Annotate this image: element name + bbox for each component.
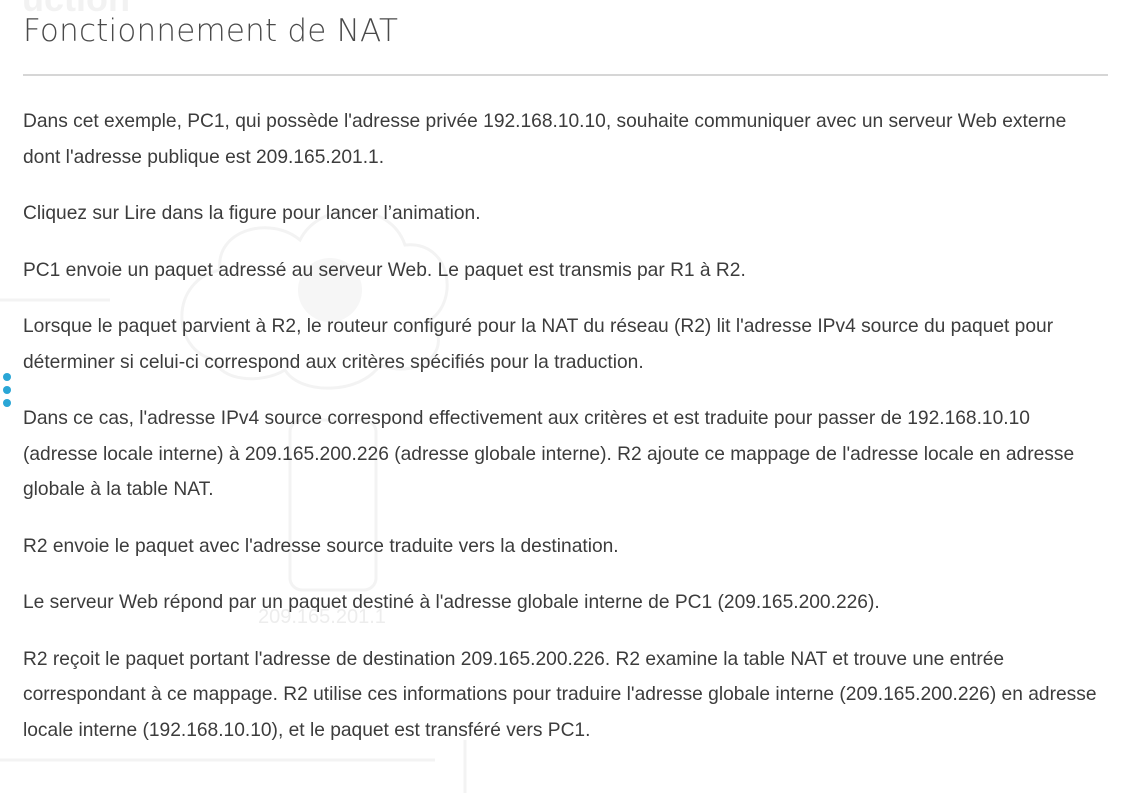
paragraph-step-5: Le serveur Web répond par un paquet dest…	[23, 592, 880, 613]
paragraph-step-1: PC1 envoie un paquet adressé au serveur …	[23, 259, 746, 281]
page-title: Fonctionnement de NAT	[23, 13, 399, 49]
paragraph-instruction: Cliquez sur Lire dans la figure pour lan…	[23, 203, 481, 224]
paragraph-step-2: Lorsque le paquet parvient à R2, le rout…	[23, 316, 1054, 373]
main-content: Fonctionnement de NAT Dans cet exemple, …	[23, 0, 1108, 769]
dot	[3, 399, 11, 407]
dot	[3, 386, 11, 394]
paragraph-list: Dans cet exemple, PC1, qui possède l'adr…	[23, 104, 1108, 748]
paragraph-step-6: R2 reçoit le paquet portant l'adresse de…	[23, 648, 1097, 741]
vertical-dots-icon[interactable]	[3, 373, 11, 407]
paragraph-intro: Dans cet exemple, PC1, qui possède l'adr…	[23, 111, 1067, 168]
title-divider	[23, 74, 1108, 76]
paragraph-step-4: R2 envoie le paquet avec l'adresse sourc…	[23, 535, 619, 557]
paragraph-step-3: Dans ce cas, l'adresse IPv4 source corre…	[23, 408, 1075, 500]
dot	[3, 373, 11, 381]
